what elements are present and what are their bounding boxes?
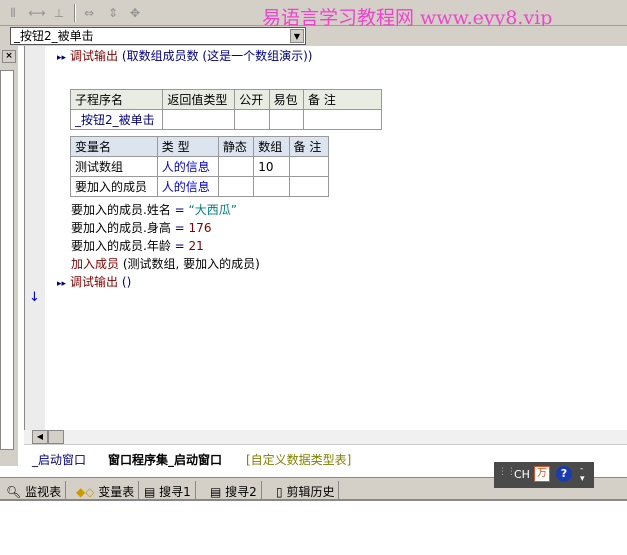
command: 加入成员	[71, 257, 120, 271]
cell[interactable]	[288, 176, 330, 197]
code-line[interactable]: 加入成员 (测试数组, 要加入的成员)	[71, 256, 260, 272]
tab-variables[interactable]: ◆◇ 变量表	[72, 481, 140, 501]
combo-row: _按钮2_被单击 ▼	[0, 26, 627, 46]
tab-window-assembly[interactable]: 窗口程序集_启动窗口	[108, 451, 222, 468]
code-line[interactable]: 要加入的成员.姓名 = “大西瓜”	[71, 202, 237, 218]
minimize-icon[interactable]: - ▾	[580, 464, 585, 484]
code-line[interactable]: 要加入的成员.年龄 = 21	[71, 238, 204, 254]
horizontal-scrollbar[interactable]: ◀	[24, 430, 627, 444]
same-size-icon[interactable]: ✥	[126, 4, 144, 22]
lhs: 要加入的成员.身高	[71, 221, 171, 235]
subroutine-select-value: _按钮2_被单击	[14, 29, 94, 43]
command: 调试输出	[70, 275, 119, 289]
rhs: 176	[188, 221, 212, 235]
scroll-thumb[interactable]	[48, 430, 64, 444]
ime-logo-icon[interactable]: 万	[534, 466, 550, 482]
cell[interactable]	[303, 109, 382, 130]
gutter: ↓	[25, 46, 45, 430]
tab-watch[interactable]: 🔍︎ 监视表	[2, 481, 67, 501]
label: 变量表	[98, 485, 135, 499]
align-h-icon[interactable]: ⟷	[28, 4, 46, 22]
align-v-icon[interactable]: ⊥	[50, 4, 68, 22]
header-cell: 公开	[234, 89, 270, 110]
op: =	[174, 239, 185, 253]
header-cell: 子程序名	[69, 89, 164, 110]
args: (取数组成员数 (这是一个数组演示))	[121, 49, 313, 63]
header-cell: 返回值类型	[162, 89, 236, 110]
label: 监视表	[25, 485, 62, 499]
header-cell: 变量名	[70, 136, 158, 157]
align-left-icon[interactable]: ⫴	[4, 4, 22, 22]
cell[interactable]	[288, 156, 330, 177]
cell[interactable]: 人的信息	[156, 156, 219, 177]
left-panel: ×	[0, 46, 18, 466]
cell[interactable]: 人的信息	[156, 176, 219, 197]
table-row: 测试数组 人的信息 10	[70, 156, 330, 177]
cell[interactable]	[162, 109, 236, 130]
header-cell: 易包	[268, 89, 305, 110]
rhs: “大西瓜”	[188, 203, 237, 217]
ime-language[interactable]: CH	[514, 468, 530, 481]
separator	[74, 4, 76, 22]
tab-search2[interactable]: ▤ 搜寻2	[206, 481, 262, 501]
same-width-icon[interactable]: ⇔	[80, 4, 98, 22]
command: 调试输出	[70, 49, 119, 63]
search-icon: 🔍︎	[6, 485, 22, 499]
code-line[interactable]: 要加入的成员.身高 = 176	[71, 220, 211, 236]
cell[interactable]	[234, 109, 270, 130]
label: 搜寻1	[159, 485, 191, 499]
label: 搜寻2	[225, 485, 257, 499]
args: ()	[121, 275, 132, 289]
tab-custom-data-types[interactable]: [自定义数据类型表]	[246, 451, 351, 468]
rhs: 21	[188, 239, 204, 253]
cell[interactable]	[217, 176, 255, 197]
subroutine-table: 子程序名 返回值类型 公开 易包 备 注 _按钮2_被单击	[69, 89, 382, 130]
op: =	[174, 221, 185, 235]
code-line[interactable]: ▸▸ 调试输出 ()	[57, 274, 131, 292]
code-line-debug-output[interactable]: ▸▸ 调试输出 (取数组成员数 (这是一个数组演示))	[57, 48, 312, 66]
close-icon[interactable]: ×	[2, 50, 16, 63]
tab-search1[interactable]: ▤ 搜寻1	[140, 481, 196, 501]
header-cell: 类 型	[156, 136, 219, 157]
chevron-down-icon[interactable]: ▼	[290, 29, 304, 43]
header-cell: 静态	[217, 136, 255, 157]
subroutine-select[interactable]: _按钮2_被单击 ▼	[10, 27, 306, 45]
cell[interactable]	[217, 156, 255, 177]
table-row: 要加入的成员 人的信息	[70, 176, 330, 197]
variable-table: 变量名 类 型 静态 数组 备 注 测试数组 人的信息 10 要加入的成员 人的…	[70, 136, 330, 197]
cell[interactable]	[268, 109, 305, 130]
ime-toolbar: ⋮⋮ CH 万 ? - ▾	[494, 462, 594, 488]
header-cell: 备 注	[288, 136, 330, 157]
document-icon: ▯	[276, 485, 283, 499]
scroll-left-icon[interactable]: ◀	[32, 430, 48, 444]
variables-icon: ◆◇	[76, 485, 95, 499]
lhs: 要加入的成员.姓名	[71, 203, 171, 217]
cell[interactable]	[253, 176, 290, 197]
toolbar: ⫴ ⟷ ⊥ ⇔ ⇕ ✥ 易语言学习教程网 www.eyy8.vip	[0, 0, 627, 29]
code-editor[interactable]: ↓ ▸▸ 调试输出 (取数组成员数 (这是一个数组演示)) 子程序名 返回值类型 …	[24, 46, 627, 430]
subroutine-name-cell[interactable]: _按钮2_被单击	[69, 109, 164, 130]
op: =	[174, 203, 185, 217]
tab-start-window[interactable]: _启动窗口	[32, 451, 86, 468]
cell[interactable]: 测试数组	[70, 156, 158, 177]
flow-arrow-icon: ▸▸	[57, 53, 67, 63]
help-icon[interactable]: ?	[556, 466, 572, 482]
tab-clip-history[interactable]: ▯ 剪辑历史	[272, 481, 340, 501]
header-cell: 数组	[253, 136, 290, 157]
cell[interactable]: 10	[253, 156, 290, 177]
label: 剪辑历史	[286, 485, 335, 499]
flow-arrow-icon: ▸▸	[57, 279, 67, 289]
same-height-icon[interactable]: ⇕	[104, 4, 122, 22]
current-line-arrow-icon: ↓	[29, 290, 40, 305]
find-icon: ▤	[144, 485, 156, 499]
lhs: 要加入的成员.年龄	[71, 239, 171, 253]
left-panel-content	[0, 70, 14, 450]
find-icon: ▤	[210, 485, 222, 499]
cell[interactable]: 要加入的成员	[70, 176, 158, 197]
header-cell: 备 注	[303, 89, 382, 110]
args: (测试数组, 要加入的成员)	[122, 257, 260, 271]
